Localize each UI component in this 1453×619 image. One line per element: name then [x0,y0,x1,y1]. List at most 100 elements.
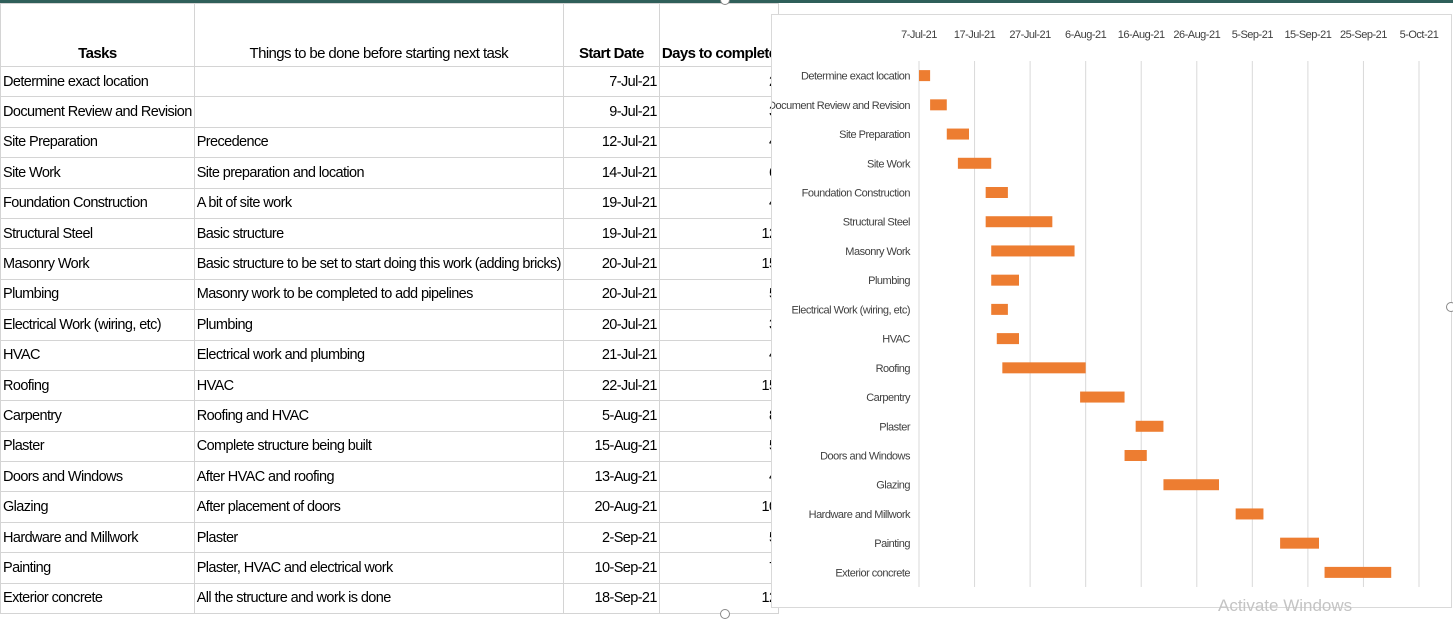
cell-task[interactable]: Exterior concrete [0,582,195,615]
cell-start-date[interactable]: 14-Jul-21 [562,157,660,189]
cell-task[interactable]: Structural Steel [0,217,195,250]
cell-days[interactable]: 4 [658,461,780,493]
cell-task[interactable]: Masonry Work [0,248,195,280]
cell-prerequisite[interactable]: Plumbing [193,309,564,341]
table-row: Glazing After placement of doors 20-Aug-21… [0,491,780,523]
cell-start-date[interactable]: 15-Aug-21 [562,430,660,463]
cell-prerequisite[interactable]: Electrical work and plumbing [193,339,564,371]
cell-task[interactable]: Electrical Work (wiring, etc) [0,309,195,341]
cell-prerequisite[interactable]: All the structure and work is done [193,582,564,615]
cell-task[interactable]: Plumbing [0,278,195,311]
cell-start-date[interactable]: 20-Jul-21 [562,248,660,280]
cell-days[interactable]: 4 [658,339,780,371]
cell-task[interactable]: HVAC [0,339,195,371]
gantt-svg: 7-Jul-21 17-Jul-21 27-Jul-21 6-Aug-21 16-Aug… [768,29,1439,587]
cell-prerequisite[interactable]: Site preparation and location [193,157,564,189]
cell-prerequisite[interactable]: HVAC [193,369,564,402]
cell-task[interactable]: Site Preparation [0,126,195,159]
cell-start-date[interactable]: 13-Aug-21 [562,461,660,493]
cell-task[interactable]: Site Work [0,157,195,189]
cell-prerequisite[interactable]: Plaster, HVAC and electrical work [193,552,564,584]
cell-prerequisite[interactable]: Roofing and HVAC [193,400,564,432]
table-row: Masonry Work Basic structure to be set to… [0,248,780,280]
cell-days[interactable]: 7 [658,552,780,584]
header-start-date[interactable]: Start Date [562,3,660,67]
gantt-bar [991,245,1075,257]
cell-days[interactable]: 2 [658,65,780,98]
table-row: Plumbing Masonry work to be completed to … [0,278,780,311]
cell-task[interactable]: Document Review and Revision [0,96,195,128]
cell-start-date[interactable]: 7-Jul-21 [562,65,660,98]
cell-prerequisite[interactable]: A bit of site work [193,187,564,219]
gantt-bar [985,216,1053,228]
cell-start-date[interactable]: 21-Jul-21 [562,339,660,371]
cell-prerequisite[interactable]: Precedence [193,126,564,159]
cell-task[interactable]: Roofing [0,369,195,402]
gantt-bar [919,70,931,82]
table-row: CarpentryRoofing and HVAC5-Aug-218 [0,400,780,432]
cell-start-date[interactable]: 5-Aug-21 [562,400,660,432]
cell-start-date[interactable]: 20-Jul-21 [562,278,660,311]
chart-resize-handle[interactable] [1446,302,1453,312]
y-category-label: HVAC [882,334,910,346]
table-row: Site Work Site preparation and location 14… [0,157,780,189]
cell-days[interactable]: 5 [658,278,780,311]
cell-task[interactable]: Foundation Construction [0,187,195,219]
cell-prerequisite[interactable]: Plaster [193,521,564,554]
cell-days[interactable]: 5 [658,430,780,463]
header-days[interactable]: Days to complete [658,3,780,67]
cell-prerequisite[interactable]: After placement of doors [193,491,564,523]
table-row: Structural Steel Basic structure 19-Jul-21… [0,217,780,250]
cell-prerequisite[interactable]: After HVAC and roofing [193,461,564,493]
cell-days[interactable]: 6 [658,157,780,189]
cell-days[interactable]: 3 [658,96,780,128]
gantt-chart[interactable]: 7-Jul-21 17-Jul-21 27-Jul-21 6-Aug-21 16-Aug… [768,14,1452,608]
cell-task[interactable]: Determine exact location [0,65,195,98]
cell-task[interactable]: Carpentry [0,400,195,432]
cell-start-date[interactable]: 20-Jul-21 [562,309,660,341]
header-prerequisites[interactable]: Things to be done before starting next t… [193,3,564,67]
chart-resize-handle[interactable] [720,609,730,619]
cell-days[interactable]: 8 [658,400,780,432]
header-tasks[interactable]: Tasks [0,3,195,67]
cell-start-date[interactable]: 10-Sep-21 [562,552,660,584]
cell-days[interactable]: 15 [658,369,780,402]
cell-prerequisite[interactable] [193,65,564,98]
cell-task[interactable]: Doors and Windows [0,461,195,493]
cell-days[interactable]: 4 [658,126,780,159]
cell-start-date[interactable]: 12-Jul-21 [562,126,660,159]
cell-days[interactable]: 15 [658,248,780,280]
cell-prerequisite[interactable]: Basic structure [193,217,564,250]
cell-prerequisite[interactable]: Masonry work to be completed to add pipe… [193,278,564,311]
y-category-label: Electrical Work (wiring, etc) [791,304,910,316]
cell-start-date[interactable]: 19-Jul-21 [562,187,660,219]
cell-start-date[interactable]: 20-Aug-21 [562,491,660,523]
cell-days[interactable]: 5 [658,521,780,554]
cell-days[interactable]: 12 [658,582,780,615]
gantt-bar [991,303,1008,315]
cell-start-date[interactable]: 22-Jul-21 [562,369,660,402]
cell-start-date[interactable]: 2-Sep-21 [562,521,660,554]
y-category-label: Document Review and Revision [772,100,910,112]
cell-start-date[interactable]: 19-Jul-21 [562,217,660,250]
x-tick-label: 27-Jul-21 [1009,29,1051,41]
cell-task[interactable]: Painting [0,552,195,584]
table-row: Hardware and MillworkPlaster2-Sep-215 [0,521,780,554]
cell-prerequisite[interactable]: Complete structure being built [193,430,564,463]
cell-task[interactable]: Hardware and Millwork [0,521,195,554]
cell-prerequisite[interactable] [193,96,564,128]
cell-start-date[interactable]: 18-Sep-21 [562,582,660,615]
cell-start-date[interactable]: 9-Jul-21 [562,96,660,128]
cell-task[interactable]: Glazing [0,491,195,523]
cell-prerequisite[interactable]: Basic structure to be set to start doing… [193,248,564,280]
cell-days[interactable]: 4 [658,187,780,219]
x-tick-label: 25-Sep-21 [1340,29,1387,41]
gantt-bar [1135,420,1164,432]
header-row: Tasks Things to be done before starting … [0,3,780,67]
x-tick-label: 5-Oct-21 [1400,29,1439,41]
y-category-label: Foundation Construction [802,188,911,200]
cell-days[interactable]: 3 [658,309,780,341]
cell-days[interactable]: 12 [658,217,780,250]
cell-days[interactable]: 10 [658,491,780,523]
cell-task[interactable]: Plaster [0,430,195,463]
